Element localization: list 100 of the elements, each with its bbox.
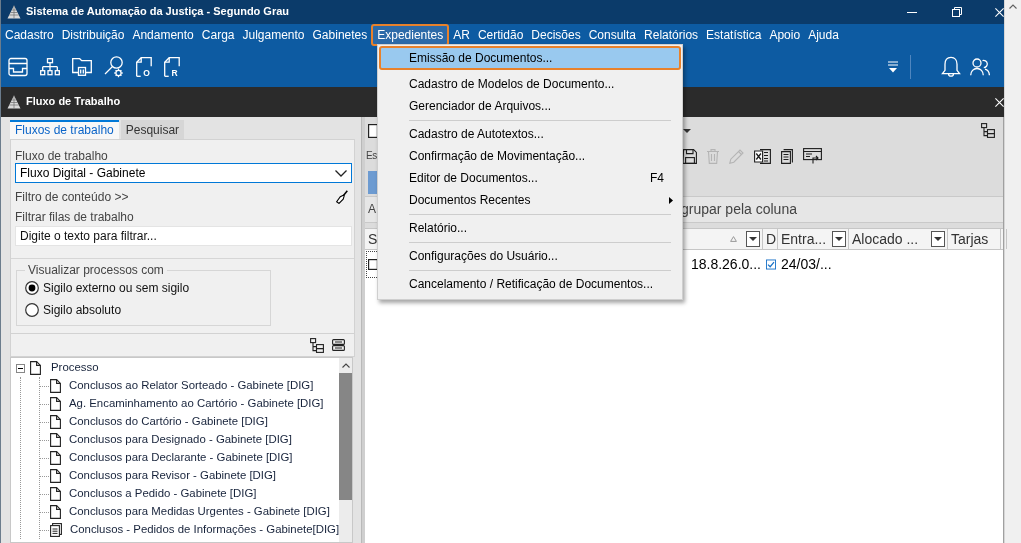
document-icon: [50, 415, 61, 429]
scroll-up-icon[interactable]: [1009, 4, 1017, 9]
documents-icon: [50, 523, 62, 537]
table-cell: 24/03/...: [781, 256, 832, 273]
document-icon: [50, 505, 61, 519]
collapse-toggle-icon[interactable]: [16, 363, 25, 373]
checkbox[interactable]: [766, 258, 776, 271]
tree-item[interactable]: Conclusos do Cartório - Gabinete [DIG]: [69, 415, 268, 429]
tree-structure-icon[interactable]: [981, 123, 995, 138]
filter-icon[interactable]: [888, 60, 898, 73]
bell-icon[interactable]: [941, 55, 961, 78]
menu-item[interactable]: Configurações do Usuário...: [379, 245, 681, 267]
tree-item[interactable]: Conclusos ao Relator Sorteado - Gabinete [DIG]: [69, 379, 314, 393]
radio-label[interactable]: Sigilo externo ou sem sigilo: [43, 280, 190, 296]
column-label[interactable]: D: [766, 230, 777, 248]
tree-item[interactable]: Conclusos para Declarante - Gabinete [DIG]: [69, 451, 293, 465]
document-icon: [50, 379, 61, 393]
menu-item[interactable]: AR: [449, 24, 474, 46]
menu-item[interactable]: Certidão: [473, 24, 528, 46]
shortcut-text: F4: [650, 170, 664, 186]
folder-icon[interactable]: [72, 57, 92, 76]
menu-item[interactable]: Emissão de Documentos...: [379, 46, 681, 70]
checkbox[interactable]: [368, 259, 378, 270]
radio-button[interactable]: [25, 281, 39, 295]
minimize-icon[interactable]: [907, 11, 917, 13]
filter-dropdown-button[interactable]: [746, 231, 760, 247]
document-icon[interactable]: [368, 123, 378, 138]
caret-icon[interactable]: [683, 128, 691, 133]
search-settings-icon[interactable]: [104, 55, 124, 78]
tree-item[interactable]: Conclusos para Revisor - Gabinete [DIG]: [69, 469, 277, 483]
broom-icon[interactable]: [336, 190, 348, 204]
document-icon: [50, 397, 61, 411]
collapse-icon[interactable]: [332, 339, 345, 351]
menu-item[interactable]: Cadastro de Autotextos...: [379, 123, 681, 145]
column-label[interactable]: Alocado ...: [852, 230, 919, 248]
content-filter-link[interactable]: Filtro de conteúdo >>: [15, 189, 129, 205]
panel-title: Fluxo de Trabalho: [26, 95, 121, 109]
save-icon[interactable]: [683, 148, 697, 164]
document-icon: [50, 469, 61, 483]
workflow-select[interactable]: Fluxo Digital - Gabinete: [15, 163, 352, 183]
menu-item[interactable]: Cadastro: [1, 24, 58, 46]
tree-structure-icon[interactable]: [310, 337, 324, 353]
menu-item[interactable]: Apoio: [765, 24, 805, 46]
menu-item[interactable]: Andamento: [128, 24, 198, 46]
scroll-up-icon[interactable]: [341, 363, 350, 368]
field-label: Fluxo de trabalho: [15, 150, 109, 163]
export-icon[interactable]: [803, 148, 822, 164]
menu-item[interactable]: Distribuição: [57, 24, 129, 46]
menu-item[interactable]: Gabinetes: [308, 24, 372, 46]
menu-item[interactable]: Gerenciador de Arquivos...: [379, 95, 681, 117]
group-box-title: Visualizar processos com: [27, 263, 165, 277]
scrollbar-track[interactable]: [1004, 0, 1021, 543]
column-label[interactable]: S: [368, 230, 378, 248]
scrollbar-thumb[interactable]: [339, 373, 352, 500]
menu-item[interactable]: Cancelamento / Retificação de Documentos...: [379, 273, 681, 295]
menu-item[interactable]: Estatística: [702, 24, 766, 46]
menu-item[interactable]: Consulta: [584, 24, 641, 46]
close-icon[interactable]: [995, 7, 1004, 17]
menu-item[interactable]: Decisões: [527, 24, 585, 46]
radio-button[interactable]: [25, 303, 39, 317]
menu-item[interactable]: Confirmação de Movimentação...: [379, 145, 681, 167]
menu-item[interactable]: Julgamento: [238, 24, 309, 46]
scrollbar-track[interactable]: [339, 358, 352, 542]
hierarchy-icon[interactable]: [40, 57, 60, 76]
users-icon[interactable]: [970, 57, 990, 76]
radio-label[interactable]: Sigilo absoluto: [43, 302, 122, 318]
tree-item[interactable]: Processo: [51, 361, 99, 375]
tree-item[interactable]: Conclusos para Designado - Gabinete [DIG]: [69, 433, 292, 447]
group-panel-text: A: [368, 202, 376, 217]
menu-item[interactable]: Cadastro de Modelos de Documento...: [379, 73, 681, 95]
filter-dropdown-button[interactable]: [832, 231, 846, 247]
tray-icon[interactable]: [8, 56, 28, 77]
document-icon[interactable]: [781, 148, 793, 164]
document-icon: [50, 451, 61, 465]
menu-item[interactable]: Carga: [197, 24, 239, 46]
tab[interactable]: Pesquisar: [120, 120, 185, 139]
tree-item[interactable]: Conclusos a Pedido - Gabinete [DIG]: [69, 487, 257, 501]
column-label[interactable]: Tarjas: [951, 230, 989, 248]
caret-icon: [749, 237, 757, 241]
close-icon[interactable]: [995, 97, 1004, 107]
menu-item[interactable]: Editor de Documentos... F4: [379, 167, 681, 189]
tree-item[interactable]: Conclusos - Pedidos de Informações - Gabinete[DIG]: [70, 523, 340, 537]
menu-item[interactable]: Expedientes: [371, 24, 450, 46]
restore-icon[interactable]: [952, 7, 962, 17]
field-label: Filtrar filas de trabalho: [15, 211, 135, 224]
tree-item[interactable]: Ag. Encaminhamento ao Cartório - Gabinete [DIG]: [69, 397, 324, 411]
document-icon: [50, 433, 61, 447]
menu-item[interactable]: Documentos Recentes: [379, 189, 681, 211]
column-label[interactable]: Entra...: [781, 230, 827, 248]
table-cell: 18.8.26.0...: [690, 256, 761, 273]
menu-item[interactable]: Relatório...: [379, 217, 681, 239]
menu-item[interactable]: Ajuda: [804, 24, 843, 46]
tab[interactable]: Fluxos de trabalho: [10, 120, 119, 139]
logo-icon: [7, 95, 21, 109]
tree-item[interactable]: Conclusos para Medidas Urgentes - Gabinete [DIG]: [69, 505, 330, 519]
menu-item[interactable]: Relatórios: [640, 24, 703, 46]
filter-input[interactable]: Digite o texto para filtrar...: [15, 226, 352, 246]
spreadsheet-icon[interactable]: [754, 148, 771, 164]
caret-icon: [835, 237, 843, 241]
filter-dropdown-button[interactable]: [931, 231, 945, 247]
